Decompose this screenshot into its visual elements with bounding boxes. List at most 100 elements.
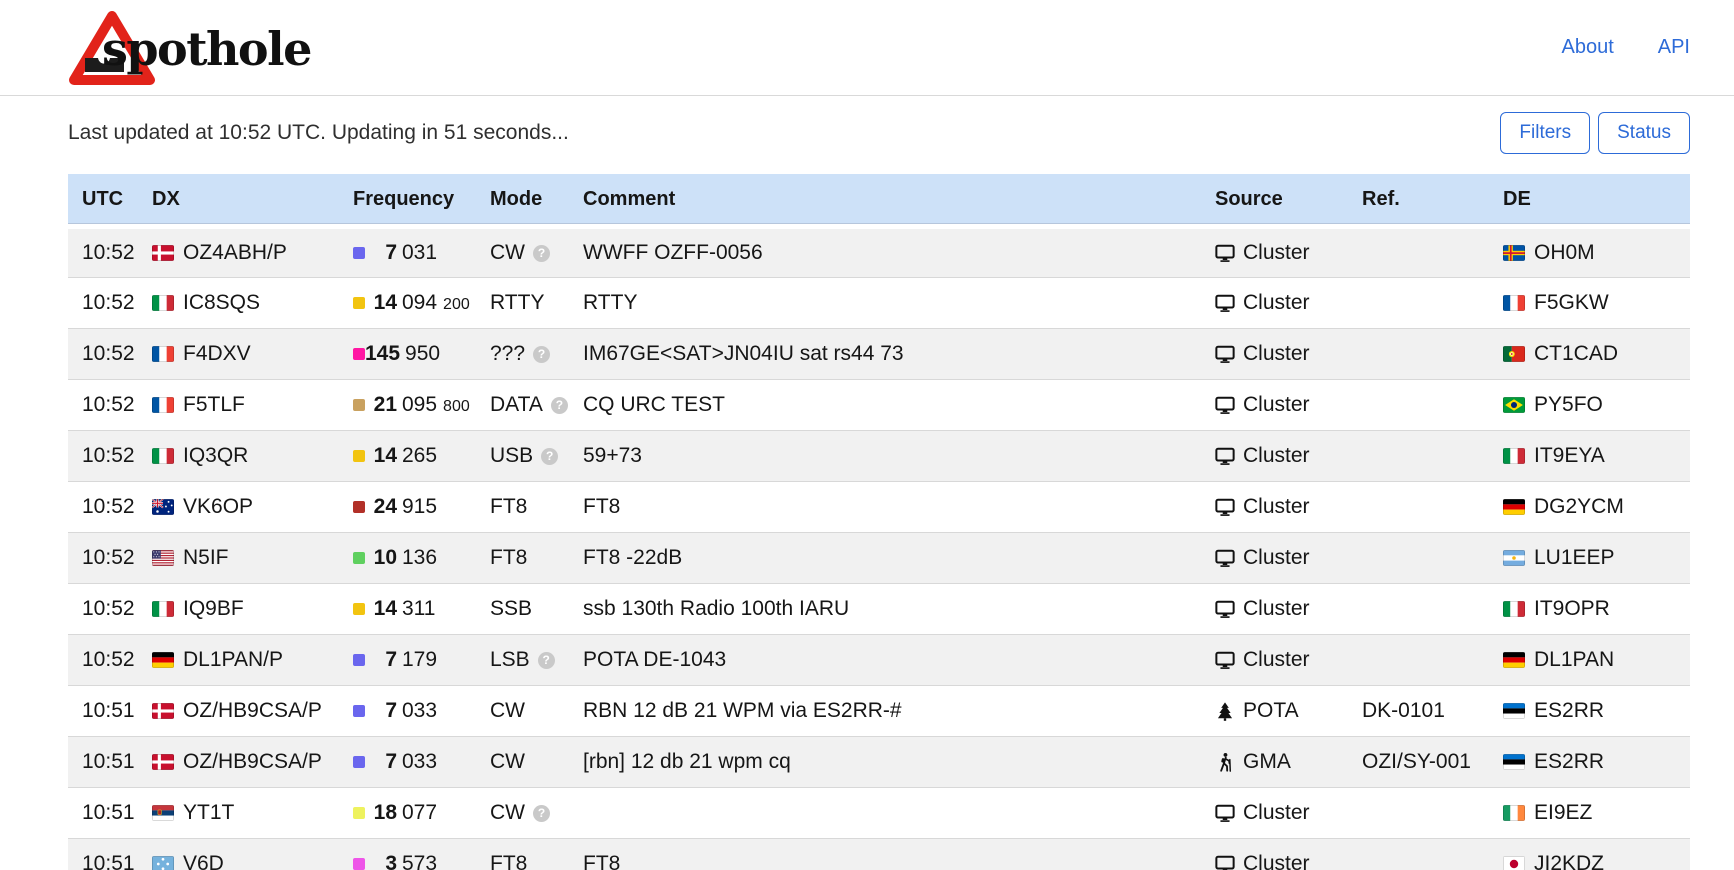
nav-api-link[interactable]: API bbox=[1658, 36, 1690, 59]
col-header-utc: UTC bbox=[68, 174, 152, 227]
utc-time: 10:52 bbox=[82, 648, 135, 671]
flag-jp-icon bbox=[1503, 856, 1525, 870]
toolbar: Last updated at 10:52 UTC. Updating in 5… bbox=[68, 112, 1690, 154]
mode-label: DATA bbox=[490, 393, 543, 417]
spot-row: 10:52 OZ4ABH/P 7 031 CW ? WWFF OZFF-0056 bbox=[68, 227, 1690, 278]
utc-cell: 10:52 bbox=[68, 278, 152, 329]
freq-mhz: 14 bbox=[365, 444, 397, 468]
frequency-cell: 21 095 800 bbox=[353, 380, 490, 431]
spot-row: 10:52 IQ9BF 14 311 SSB ? ssb 130th Radio… bbox=[68, 584, 1690, 635]
freq-mhz: 7 bbox=[365, 699, 397, 723]
dx-cell: IQ9BF bbox=[152, 584, 353, 635]
comment-cell: IM67GE<SAT>JN04IU sat rs44 73 bbox=[583, 329, 1215, 380]
freq-khz: 179 bbox=[402, 648, 437, 672]
source-cell: Cluster bbox=[1215, 431, 1362, 482]
source-cell: Cluster bbox=[1215, 635, 1362, 686]
status-button[interactable]: Status bbox=[1598, 112, 1690, 154]
source-cell: Cluster bbox=[1215, 533, 1362, 584]
brand-name: spothole bbox=[102, 22, 311, 76]
flag-it-icon bbox=[1503, 448, 1525, 464]
source-label: GMA bbox=[1243, 750, 1291, 774]
ref-cell bbox=[1362, 227, 1503, 278]
flag-rs-icon bbox=[152, 805, 174, 821]
mode-help-icon[interactable]: ? bbox=[533, 346, 550, 363]
col-header-de: DE bbox=[1503, 174, 1690, 227]
hiker-icon bbox=[1215, 752, 1235, 772]
mode-label: FT8 bbox=[490, 495, 527, 519]
frequency-cell: 14 265 bbox=[353, 431, 490, 482]
de-cell: ES2RR bbox=[1503, 686, 1690, 737]
de-cell: PY5FO bbox=[1503, 380, 1690, 431]
mode-cell: ??? ? bbox=[490, 329, 583, 380]
band-swatch bbox=[353, 756, 365, 768]
mode-cell: CW ? bbox=[490, 788, 583, 839]
comment-text: CQ URC TEST bbox=[583, 393, 725, 416]
dx-cell: OZ4ABH/P bbox=[152, 227, 353, 278]
flag-br-icon bbox=[1503, 397, 1525, 413]
source-cell: Cluster bbox=[1215, 380, 1362, 431]
utc-time: 10:52 bbox=[82, 597, 135, 620]
frequency-cell: 7 031 bbox=[353, 227, 490, 278]
dx-callsign: VK6OP bbox=[183, 495, 253, 519]
source-label: Cluster bbox=[1243, 342, 1310, 366]
frequency-cell: 7 033 bbox=[353, 737, 490, 788]
mode-help-icon[interactable]: ? bbox=[538, 652, 555, 669]
utc-time: 10:51 bbox=[82, 750, 135, 773]
comment-text: ssb 130th Radio 100th IARU bbox=[583, 597, 849, 620]
ref-cell bbox=[1362, 788, 1503, 839]
dx-callsign: V6D bbox=[183, 852, 224, 870]
dx-callsign: OZ/HB9CSA/P bbox=[183, 699, 322, 723]
mode-help-icon[interactable]: ? bbox=[533, 245, 550, 262]
utc-time: 10:51 bbox=[82, 852, 135, 870]
utc-cell: 10:51 bbox=[68, 737, 152, 788]
monitor-icon bbox=[1215, 446, 1235, 466]
freq-mhz: 145 bbox=[365, 342, 400, 366]
comment-cell: [rbn] 12 db 21 wpm cq bbox=[583, 737, 1215, 788]
mode-help-icon[interactable]: ? bbox=[541, 448, 558, 465]
band-swatch bbox=[353, 247, 365, 259]
logo[interactable]: spothole bbox=[68, 8, 311, 88]
spot-row: 10:52 DL1PAN/P 7 179 LSB ? POTA DE-1043 bbox=[68, 635, 1690, 686]
comment-cell: POTA DE-1043 bbox=[583, 635, 1215, 686]
source-label: Cluster bbox=[1243, 546, 1310, 570]
comment-cell: CQ URC TEST bbox=[583, 380, 1215, 431]
mode-cell: LSB ? bbox=[490, 635, 583, 686]
comment-cell bbox=[583, 788, 1215, 839]
frequency-cell: 24 915 bbox=[353, 482, 490, 533]
freq-mhz: 7 bbox=[365, 648, 397, 672]
source-cell: POTA bbox=[1215, 686, 1362, 737]
spots-table-wrap: UTC DX Frequency Mode Comment Source Ref… bbox=[68, 174, 1690, 870]
utc-time: 10:52 bbox=[82, 342, 135, 365]
source-label: Cluster bbox=[1243, 801, 1310, 825]
flag-fr-icon bbox=[152, 346, 174, 362]
utc-cell: 10:51 bbox=[68, 839, 152, 870]
spot-row: 10:51 V6D 3 573 FT8 ? FT8 Cl bbox=[68, 839, 1690, 870]
spot-row: 10:52 N5IF 10 136 FT8 ? FT8 -22dB bbox=[68, 533, 1690, 584]
de-cell: IT9EYA bbox=[1503, 431, 1690, 482]
utc-time: 10:52 bbox=[82, 241, 135, 264]
utc-time: 10:52 bbox=[82, 495, 135, 518]
monitor-icon bbox=[1215, 293, 1235, 313]
frequency-cell: 3 573 bbox=[353, 839, 490, 870]
nav-about-link[interactable]: About bbox=[1561, 36, 1613, 59]
band-swatch bbox=[353, 654, 365, 666]
dx-cell: VK6OP bbox=[152, 482, 353, 533]
flag-it-icon bbox=[152, 295, 174, 311]
mode-help-icon[interactable]: ? bbox=[533, 805, 550, 822]
freq-khz: 077 bbox=[402, 801, 437, 825]
dx-cell: IC8SQS bbox=[152, 278, 353, 329]
mode-cell: USB ? bbox=[490, 431, 583, 482]
mode-cell: CW ? bbox=[490, 686, 583, 737]
utc-cell: 10:51 bbox=[68, 686, 152, 737]
source-label: Cluster bbox=[1243, 852, 1310, 870]
filters-button[interactable]: Filters bbox=[1500, 112, 1590, 154]
band-swatch bbox=[353, 450, 365, 462]
frequency-cell: 145 950 bbox=[353, 329, 490, 380]
freq-mhz: 18 bbox=[365, 801, 397, 825]
dx-callsign: F5TLF bbox=[183, 393, 245, 417]
mode-help-icon[interactable]: ? bbox=[551, 397, 568, 414]
ref-text: DK-0101 bbox=[1362, 699, 1445, 722]
de-callsign: DG2YCM bbox=[1534, 495, 1624, 519]
freq-mhz: 10 bbox=[365, 546, 397, 570]
utc-cell: 10:52 bbox=[68, 482, 152, 533]
